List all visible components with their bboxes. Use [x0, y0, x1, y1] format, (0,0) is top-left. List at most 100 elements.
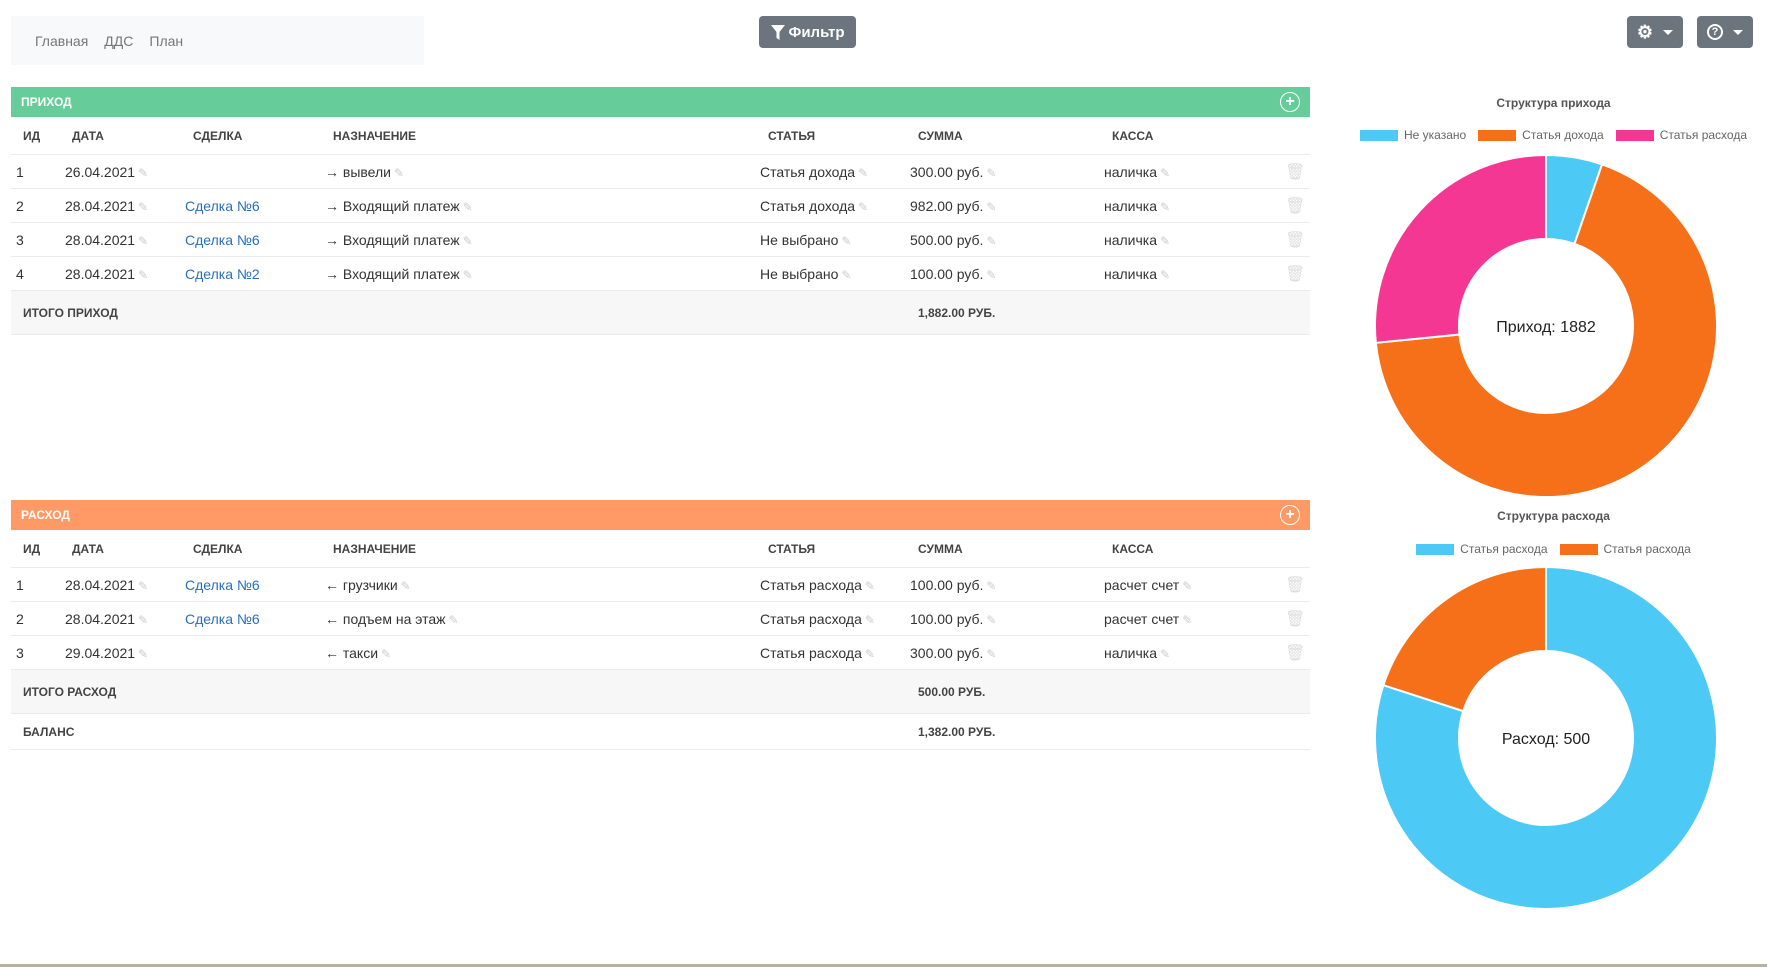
edit-pencil-icon[interactable]: ✎: [463, 234, 473, 248]
row-date[interactable]: 28.04.2021 ✎: [65, 577, 148, 593]
pie-slice[interactable]: [1374, 153, 1547, 344]
edit-pencil-icon[interactable]: ✎: [138, 268, 148, 282]
row-purpose[interactable]: → Входящий платеж ✎: [325, 198, 473, 214]
edit-pencil-icon[interactable]: ✎: [138, 166, 148, 180]
row-article[interactable]: Не выбрано ✎: [760, 232, 851, 248]
edit-pencil-icon[interactable]: ✎: [449, 613, 459, 627]
add-income-button[interactable]: +: [1280, 92, 1300, 112]
edit-pencil-icon[interactable]: ✎: [401, 579, 411, 593]
edit-pencil-icon[interactable]: ✎: [865, 613, 875, 627]
row-date[interactable]: 28.04.2021 ✎: [65, 611, 148, 627]
legend-item[interactable]: Не указано: [1359, 128, 1466, 142]
row-purpose[interactable]: ← подъем на этаж ✎: [325, 611, 459, 627]
column-header-id[interactable]: ИД: [23, 129, 40, 143]
edit-pencil-icon[interactable]: ✎: [394, 166, 404, 180]
column-header-article[interactable]: СТАТЬЯ: [768, 542, 815, 556]
row-date[interactable]: 26.04.2021 ✎: [65, 164, 148, 180]
row-date[interactable]: 28.04.2021 ✎: [65, 198, 148, 214]
edit-pencil-icon[interactable]: ✎: [841, 268, 851, 282]
delete-trash-icon[interactable]: 🗑: [1285, 196, 1305, 216]
row-sum[interactable]: 500.00 руб. ✎: [910, 232, 996, 248]
row-article[interactable]: Статья дохода ✎: [760, 198, 868, 214]
column-header-kassa[interactable]: КАССА: [1112, 542, 1153, 556]
edit-pencil-icon[interactable]: ✎: [986, 166, 996, 180]
edit-pencil-icon[interactable]: ✎: [138, 234, 148, 248]
row-date[interactable]: 28.04.2021 ✎: [65, 266, 148, 282]
legend-item[interactable]: Статья расхода: [1615, 128, 1747, 142]
edit-pencil-icon[interactable]: ✎: [858, 200, 868, 214]
settings-dropdown-button[interactable]: ⚙: [1627, 16, 1683, 48]
row-sum[interactable]: 100.00 руб. ✎: [910, 611, 996, 627]
row-kassa[interactable]: наличка ✎: [1104, 232, 1170, 248]
nav-plan[interactable]: План: [149, 33, 183, 49]
column-header-sum[interactable]: СУММА: [918, 129, 963, 143]
nav-dds[interactable]: ДДС: [104, 33, 133, 49]
delete-trash-icon[interactable]: 🗑: [1285, 230, 1305, 250]
deal-link[interactable]: Сделка №6: [185, 232, 260, 248]
edit-pencil-icon[interactable]: ✎: [986, 613, 996, 627]
nav-home[interactable]: Главная: [35, 33, 88, 49]
edit-pencil-icon[interactable]: ✎: [841, 234, 851, 248]
row-kassa[interactable]: наличка ✎: [1104, 198, 1170, 214]
row-kassa[interactable]: расчет счет ✎: [1104, 611, 1192, 627]
edit-pencil-icon[interactable]: ✎: [138, 579, 148, 593]
edit-pencil-icon[interactable]: ✎: [1160, 268, 1170, 282]
column-header-deal[interactable]: СДЕЛКА: [193, 542, 242, 556]
edit-pencil-icon[interactable]: ✎: [986, 234, 996, 248]
legend-item[interactable]: Статья расхода: [1559, 542, 1691, 556]
row-kassa[interactable]: наличка ✎: [1104, 645, 1170, 661]
row-sum[interactable]: 100.00 руб. ✎: [910, 577, 996, 593]
deal-link[interactable]: Сделка №6: [185, 577, 260, 593]
edit-pencil-icon[interactable]: ✎: [865, 579, 875, 593]
row-article[interactable]: Статья расхода ✎: [760, 577, 875, 593]
edit-pencil-icon[interactable]: ✎: [986, 647, 996, 661]
add-expense-button[interactable]: +: [1280, 505, 1300, 525]
edit-pencil-icon[interactable]: ✎: [1182, 613, 1192, 627]
row-kassa[interactable]: наличка ✎: [1104, 266, 1170, 282]
row-article[interactable]: Статья дохода ✎: [760, 164, 868, 180]
legend-item[interactable]: Статья расхода: [1416, 542, 1548, 556]
row-purpose[interactable]: ← такси ✎: [325, 645, 391, 661]
delete-trash-icon[interactable]: 🗑: [1285, 575, 1305, 595]
edit-pencil-icon[interactable]: ✎: [1160, 200, 1170, 214]
edit-pencil-icon[interactable]: ✎: [138, 200, 148, 214]
delete-trash-icon[interactable]: 🗑: [1285, 643, 1305, 663]
row-article[interactable]: Статья расхода ✎: [760, 611, 875, 627]
edit-pencil-icon[interactable]: ✎: [463, 200, 473, 214]
column-header-purpose[interactable]: НАЗНАЧЕНИЕ: [333, 129, 416, 143]
edit-pencil-icon[interactable]: ✎: [986, 579, 996, 593]
delete-trash-icon[interactable]: 🗑: [1285, 609, 1305, 629]
row-article[interactable]: Статья расхода ✎: [760, 645, 875, 661]
column-header-date[interactable]: ДАТА: [72, 542, 104, 556]
row-date[interactable]: 28.04.2021 ✎: [65, 232, 148, 248]
column-header-purpose[interactable]: НАЗНАЧЕНИЕ: [333, 542, 416, 556]
legend-item[interactable]: Статья дохода: [1478, 128, 1604, 142]
column-header-date[interactable]: ДАТА: [72, 129, 104, 143]
edit-pencil-icon[interactable]: ✎: [1160, 166, 1170, 180]
edit-pencil-icon[interactable]: ✎: [1160, 647, 1170, 661]
row-purpose[interactable]: → Входящий платеж ✎: [325, 232, 473, 248]
column-header-kassa[interactable]: КАССА: [1112, 129, 1153, 143]
row-kassa[interactable]: наличка ✎: [1104, 164, 1170, 180]
row-sum[interactable]: 982.00 руб. ✎: [910, 198, 996, 214]
filter-button[interactable]: Фильтр: [759, 16, 856, 48]
edit-pencil-icon[interactable]: ✎: [138, 613, 148, 627]
column-header-deal[interactable]: СДЕЛКА: [193, 129, 242, 143]
row-date[interactable]: 29.04.2021 ✎: [65, 645, 148, 661]
deal-link[interactable]: Сделка №6: [185, 611, 260, 627]
row-article[interactable]: Не выбрано ✎: [760, 266, 851, 282]
edit-pencil-icon[interactable]: ✎: [1160, 234, 1170, 248]
edit-pencil-icon[interactable]: ✎: [381, 647, 391, 661]
edit-pencil-icon[interactable]: ✎: [865, 647, 875, 661]
row-purpose[interactable]: → Входящий платеж ✎: [325, 266, 473, 282]
column-header-sum[interactable]: СУММА: [918, 542, 963, 556]
pie-slice[interactable]: [1382, 565, 1547, 713]
delete-trash-icon[interactable]: 🗑: [1285, 162, 1305, 182]
edit-pencil-icon[interactable]: ✎: [858, 166, 868, 180]
column-header-article[interactable]: СТАТЬЯ: [768, 129, 815, 143]
edit-pencil-icon[interactable]: ✎: [986, 268, 996, 282]
row-purpose[interactable]: ← грузчики ✎: [325, 577, 411, 593]
deal-link[interactable]: Сделка №2: [185, 266, 260, 282]
row-kassa[interactable]: расчет счет ✎: [1104, 577, 1192, 593]
delete-trash-icon[interactable]: 🗑: [1285, 264, 1305, 284]
